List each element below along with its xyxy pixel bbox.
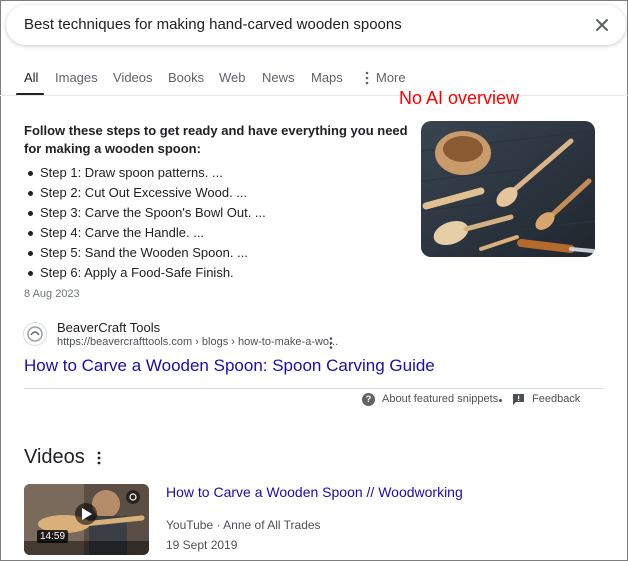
more-vertical-icon[interactable]	[97, 451, 101, 465]
list-item: Step 2: Cut Out Excessive Wood. ...	[24, 183, 266, 203]
search-tabs: All Images Videos Books Web News Maps Mo…	[0, 66, 628, 96]
video-title-link[interactable]: How to Carve a Wooden Spoon // Woodworki…	[166, 484, 463, 500]
wooden-spoons-photo-icon	[421, 121, 595, 257]
video-duration: 14:59	[37, 530, 69, 543]
beavercraft-logo-icon	[27, 326, 43, 342]
search-bar[interactable]: Best techniques for making hand-carved w…	[6, 5, 626, 45]
snippet-steps-list: Step 1: Draw spoon patterns. ... Step 2:…	[24, 163, 266, 283]
tab-more[interactable]: More	[376, 70, 406, 85]
list-item: Step 5: Sand the Wooden Spoon. ...	[24, 243, 266, 263]
source-favicon[interactable]	[23, 322, 47, 346]
tab-news[interactable]: News	[262, 70, 295, 85]
list-item: Step 1: Draw spoon patterns. ...	[24, 163, 266, 183]
source-name[interactable]: BeaverCraft Tools	[57, 320, 160, 335]
tab-all[interactable]: All	[24, 70, 38, 85]
snippet-date: 8 Aug 2023	[24, 288, 80, 300]
video-thumbnail[interactable]	[24, 484, 149, 555]
snippet-divider	[24, 388, 604, 389]
video-thumbnail-image-icon	[24, 484, 149, 555]
video-date: 19 Sept 2019	[166, 538, 238, 552]
feedback-icon	[513, 394, 524, 405]
tabs-divider	[0, 95, 628, 96]
feedback-label: Feedback	[532, 393, 581, 405]
tab-videos[interactable]: Videos	[113, 70, 153, 85]
tab-maps[interactable]: Maps	[311, 70, 343, 85]
more-vertical-icon[interactable]	[329, 337, 333, 349]
tab-images[interactable]: Images	[55, 70, 98, 85]
videos-heading: Videos	[24, 446, 85, 468]
list-item: Step 4: Carve the Handle. ...	[24, 223, 266, 243]
close-icon[interactable]	[592, 15, 612, 35]
list-item: Step 6: Apply a Food-Safe Finish.	[24, 263, 266, 283]
snippet-image[interactable]	[421, 121, 595, 257]
tab-web[interactable]: Web	[219, 70, 246, 85]
search-query[interactable]: Best techniques for making hand-carved w…	[24, 16, 402, 33]
about-label: About featured snippets	[382, 393, 499, 405]
annotation-note: No AI overview	[399, 88, 520, 108]
snippet-heading: Follow these steps to get ready and have…	[24, 123, 408, 156]
help-icon: ?	[362, 393, 375, 406]
more-vertical-icon[interactable]	[365, 71, 369, 85]
tab-books[interactable]: Books	[168, 70, 204, 85]
video-meta: YouTube · Anne of All Trades	[166, 518, 321, 532]
list-item: Step 3: Carve the Spoon's Bowl Out. ...	[24, 203, 266, 223]
result-title-link[interactable]: How to Carve a Wooden Spoon: Spoon Carvi…	[24, 356, 435, 376]
source-url[interactable]: https://beavercrafttools.com › blogs › h…	[57, 336, 338, 348]
separator-dot	[499, 399, 502, 402]
